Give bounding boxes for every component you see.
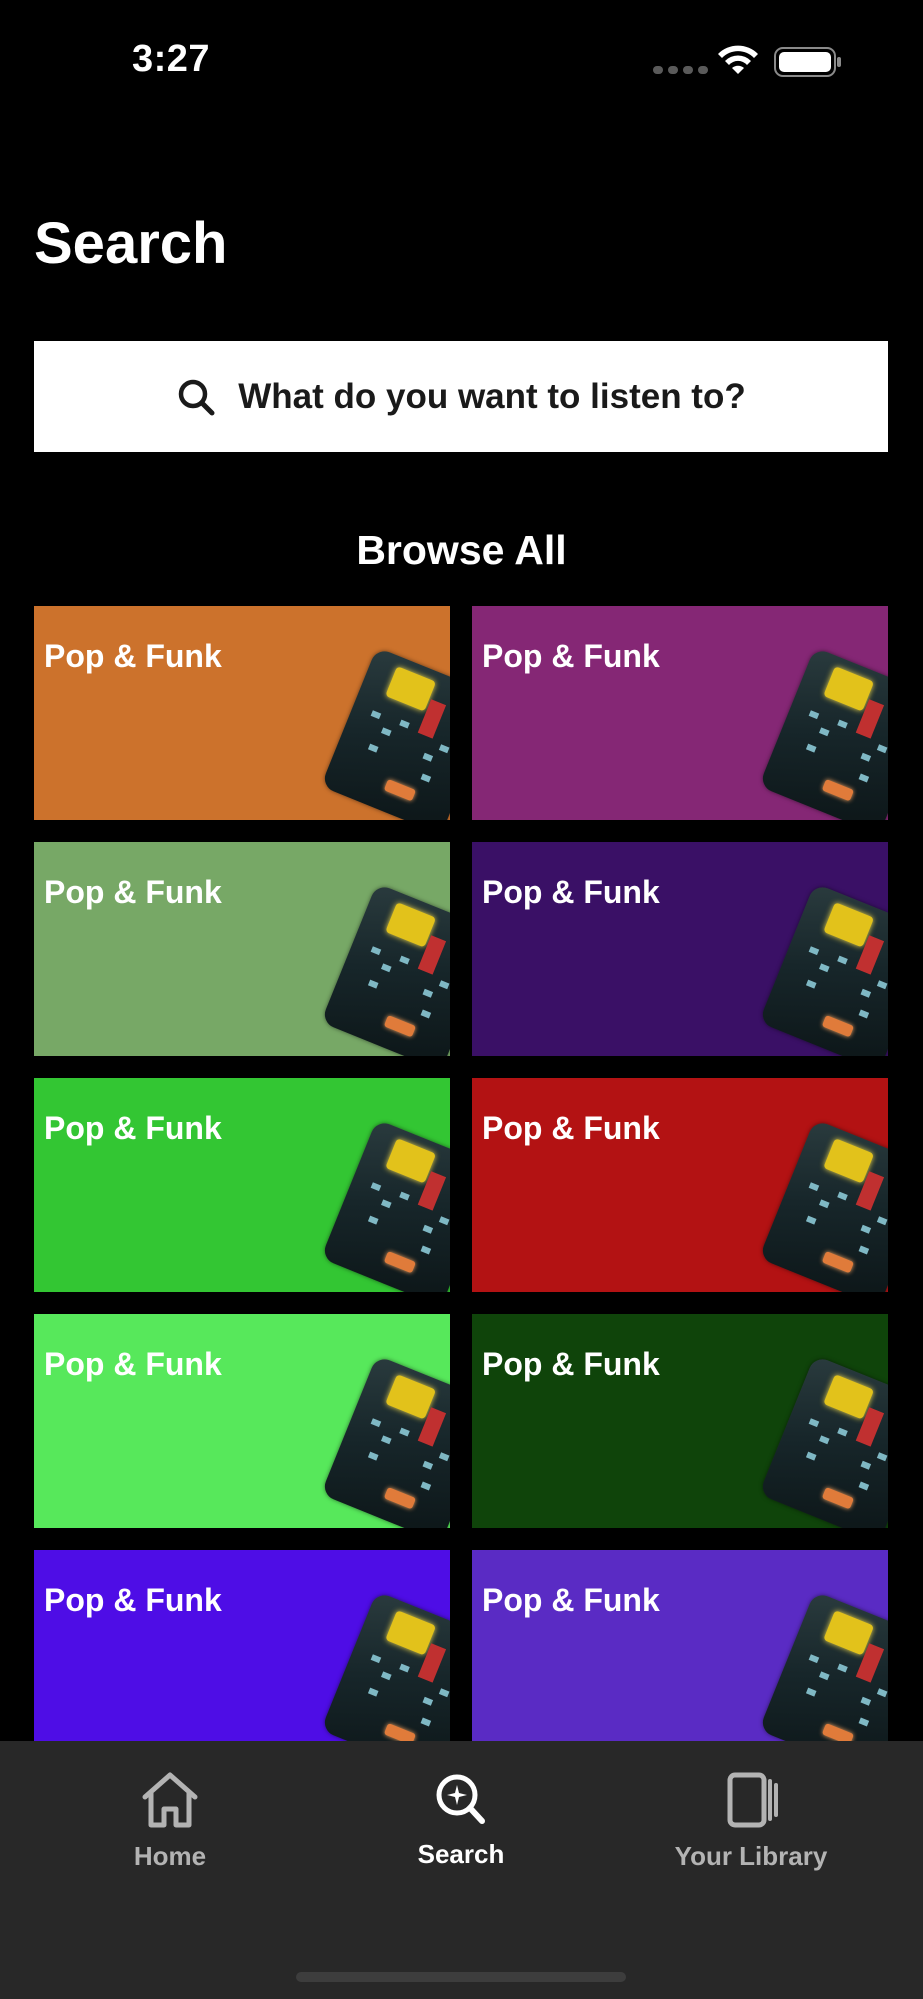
browse-all-heading: Browse All <box>356 527 567 573</box>
category-grid: Pop & Funk Pop & Funk Pop & Funk Pop & Funk… <box>34 606 888 1764</box>
category-card[interactable]: Pop & Funk <box>472 1550 888 1764</box>
category-card[interactable]: Pop & Funk <box>472 1078 888 1292</box>
category-label: Pop & Funk <box>44 1110 222 1146</box>
category-artwork <box>320 647 450 820</box>
cellular-signal-icon <box>653 66 708 74</box>
tab-bar: Home Search Your Library <box>0 1741 923 1999</box>
wifi-icon <box>718 45 758 74</box>
search-input[interactable]: What do you want to listen to? <box>34 341 888 452</box>
category-label: Pop & Funk <box>482 1110 660 1146</box>
category-label: Pop & Funk <box>482 638 660 674</box>
tab-library[interactable]: Your Library <box>641 1769 861 1872</box>
category-card[interactable]: Pop & Funk <box>472 842 888 1056</box>
category-label: Pop & Funk <box>44 1582 222 1618</box>
search-placeholder: What do you want to listen to? <box>238 376 746 416</box>
category-artwork <box>758 1355 888 1528</box>
status-bar: 3:27 <box>0 0 923 120</box>
category-card[interactable]: Pop & Funk <box>472 606 888 820</box>
page-title: Search <box>34 211 228 276</box>
battery-icon <box>774 47 841 77</box>
category-artwork <box>758 883 888 1056</box>
category-label: Pop & Funk <box>482 1582 660 1618</box>
home-indicator <box>296 1972 626 1982</box>
category-artwork <box>758 1591 888 1764</box>
category-card[interactable]: Pop & Funk <box>34 1314 450 1528</box>
tab-home[interactable]: Home <box>60 1769 280 1872</box>
tab-search[interactable]: Search <box>351 1769 571 1870</box>
search-icon <box>436 1774 485 1824</box>
category-artwork <box>320 1355 450 1528</box>
category-label: Pop & Funk <box>482 874 660 910</box>
category-card[interactable]: Pop & Funk <box>34 606 450 820</box>
category-artwork <box>320 1591 450 1764</box>
home-icon <box>142 1772 198 1828</box>
category-label: Pop & Funk <box>44 638 222 674</box>
category-artwork <box>320 1119 450 1292</box>
library-icon <box>727 1772 778 1828</box>
category-artwork <box>758 647 888 820</box>
tab-search-label: Search <box>417 1839 505 1869</box>
category-card[interactable]: Pop & Funk <box>472 1314 888 1528</box>
category-card[interactable]: Pop & Funk <box>34 1550 450 1764</box>
status-time: 3:27 <box>132 38 211 80</box>
category-card[interactable]: Pop & Funk <box>34 1078 450 1292</box>
tab-library-label: Your Library <box>674 1841 828 1871</box>
search-icon <box>179 379 215 415</box>
tab-home-label: Home <box>133 1841 207 1871</box>
category-label: Pop & Funk <box>44 874 222 910</box>
category-artwork <box>758 1119 888 1292</box>
category-label: Pop & Funk <box>482 1346 660 1382</box>
category-artwork <box>320 883 450 1056</box>
category-label: Pop & Funk <box>44 1346 222 1382</box>
category-card[interactable]: Pop & Funk <box>34 842 450 1056</box>
